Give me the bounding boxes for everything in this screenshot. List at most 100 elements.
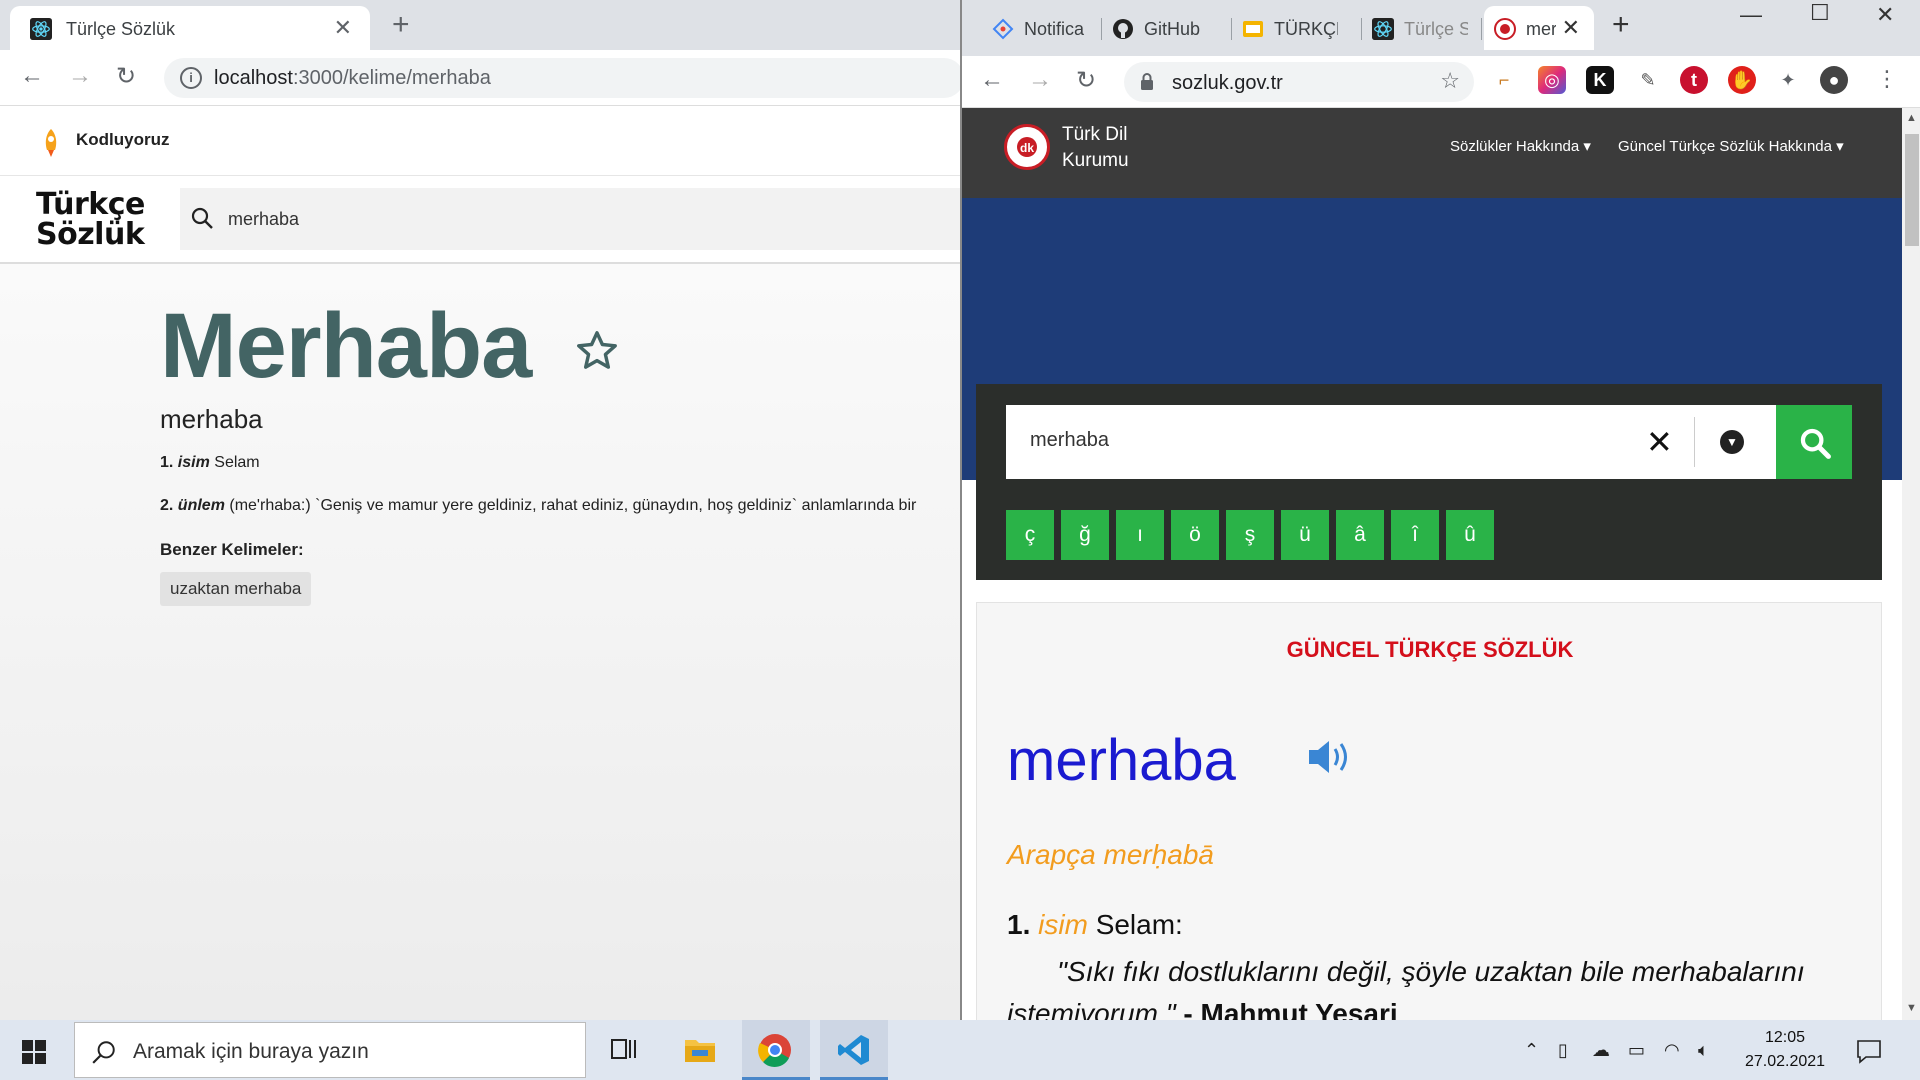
address-bar[interactable]: sozluk.gov.tr ☆ — [1124, 62, 1474, 102]
tab-label: Notifica — [1024, 19, 1085, 39]
close-window-icon[interactable]: ✕ — [1876, 2, 1894, 28]
word-origin: Arapça merḥabā — [1007, 839, 1215, 870]
right-tab-strip: Notifica GitHub TÜRKÇE Türlçe S mer ✕ + … — [962, 0, 1920, 56]
extensions-puzzle-icon[interactable]: ✦ — [1774, 66, 1802, 94]
extension-instagram-icon[interactable]: ◎ — [1538, 66, 1566, 94]
extension-wood-icon[interactable]: ⌐ — [1490, 66, 1518, 94]
tray-chevron-up-icon[interactable]: ⌃ — [1524, 1040, 1539, 1061]
profile-avatar[interactable]: ● — [1820, 66, 1848, 94]
favorite-star-icon[interactable] — [574, 328, 620, 374]
app-logo[interactable]: Türkçe Sözlük — [36, 190, 146, 250]
tab-github[interactable]: GitHub — [1102, 6, 1232, 50]
task-view-icon — [611, 1039, 636, 1059]
tdk-logo-text[interactable]: Türk Dil Kurumu — [1062, 122, 1129, 174]
menu-dots-icon[interactable]: ⋮ — [1876, 66, 1898, 92]
tdk-search-box[interactable]: merhaba ✕ ▼ — [1006, 405, 1776, 479]
tab-close-icon[interactable]: ✕ — [1562, 15, 1580, 41]
scroll-up-icon[interactable]: ▲ — [1906, 112, 1917, 124]
tdk-search-button[interactable] — [1776, 405, 1852, 479]
wifi-icon[interactable]: ◠ — [1664, 1040, 1680, 1061]
char-button[interactable]: â — [1336, 510, 1384, 560]
char-button[interactable]: ç — [1006, 510, 1054, 560]
char-button[interactable]: ü — [1281, 510, 1329, 560]
meaning-1: 1. isim Selam: — [1007, 909, 1183, 941]
svg-text:dk: dk — [1020, 141, 1034, 155]
word-title: Merhaba — [160, 295, 532, 397]
meaning-class: isim — [1038, 909, 1088, 940]
char-button[interactable]: ö — [1171, 510, 1219, 560]
file-explorer-button[interactable] — [668, 1020, 732, 1080]
info-icon[interactable]: i — [180, 67, 202, 89]
char-button[interactable]: û — [1446, 510, 1494, 560]
logo-line-1: Türk Dil — [1062, 124, 1128, 145]
system-clock[interactable]: 12:05 27.02.2021 — [1740, 1026, 1830, 1074]
speaker-icon[interactable] — [1305, 737, 1355, 777]
char-button[interactable]: ı — [1116, 510, 1164, 560]
minimize-icon[interactable]: — — [1740, 2, 1762, 28]
tab-title: Türlçe Sözlük — [66, 19, 176, 39]
task-view-button[interactable] — [592, 1020, 656, 1080]
tdk-search-input[interactable]: merhaba — [1030, 429, 1109, 452]
extension-adblock-icon[interactable]: ✋ — [1728, 66, 1756, 94]
vscode-taskbar-button[interactable] — [820, 1020, 888, 1080]
app-search-input[interactable] — [228, 202, 928, 236]
extension-k-icon[interactable]: K — [1586, 66, 1614, 94]
char-button[interactable]: ş — [1226, 510, 1274, 560]
search-icon — [191, 207, 213, 229]
page-scrollbar[interactable]: ▲ ▼ — [1902, 108, 1920, 1020]
app-search-box — [180, 188, 960, 250]
forward-icon[interactable]: → — [1028, 66, 1052, 94]
reload-icon[interactable]: ↻ — [116, 62, 136, 91]
address-url: sozluk.gov.tr — [1172, 72, 1283, 94]
slides-icon — [1243, 21, 1263, 37]
tab-tdk-active[interactable]: mer ✕ — [1484, 6, 1594, 50]
tab-notifications[interactable]: Notifica — [982, 6, 1102, 50]
left-browser-window: Türlçe Sözlük ✕ + ← → ↻ i localhost:3000… — [0, 0, 960, 1020]
address-bar[interactable]: i localhost:3000/kelime/merhaba — [164, 58, 960, 98]
logo-line-2: Kurumu — [1062, 150, 1129, 171]
taskbar-search-box[interactable]: Aramak için buraya yazın — [74, 1022, 586, 1078]
clear-icon[interactable]: ✕ — [1646, 423, 1673, 461]
tab-close-icon[interactable]: ✕ — [334, 15, 352, 41]
tab-slides[interactable]: TÜRKÇE — [1232, 6, 1362, 50]
react-favicon-icon — [1372, 18, 1394, 40]
extension-t-icon[interactable]: t — [1680, 66, 1708, 94]
left-tab-strip: Türlçe Sözlük ✕ + — [0, 0, 960, 50]
notifications-icon[interactable] — [1856, 1038, 1882, 1064]
menu-dictionaries-about[interactable]: Sözlükler Hakkında ▾ — [1450, 137, 1591, 155]
extension-eyedropper-icon[interactable]: ✎ — [1634, 66, 1662, 94]
battery-icon[interactable]: ▭ — [1628, 1040, 1645, 1061]
back-icon[interactable]: ← — [980, 66, 1004, 94]
onedrive-icon[interactable]: ☁ — [1592, 1040, 1610, 1061]
tdk-logo-icon[interactable]: dk — [1004, 124, 1050, 170]
folder-icon — [685, 1040, 715, 1062]
forward-icon[interactable]: → — [68, 62, 92, 90]
new-tab-icon[interactable]: + — [1612, 8, 1630, 42]
windows-start-icon[interactable] — [22, 1040, 46, 1064]
tab-react-app[interactable]: Türlçe S — [1362, 6, 1482, 50]
similar-word-chip[interactable]: uzaktan merhaba — [160, 572, 312, 606]
tray-device-icon[interactable]: ▯ — [1558, 1040, 1568, 1061]
brand-name[interactable]: Kodluyoruz — [76, 130, 170, 150]
left-tab-active[interactable]: Türlçe Sözlük ✕ — [10, 6, 370, 50]
dictionary-heading: GÜNCEL TÜRKÇE SÖZLÜK — [1286, 637, 1574, 662]
tdk-search-panel: merhaba ✕ ▼ ç ğ ı ö ş ü â î û — [976, 384, 1882, 580]
back-icon[interactable]: ← — [20, 62, 44, 90]
char-button[interactable]: ğ — [1061, 510, 1109, 560]
bookmark-star-icon[interactable]: ☆ — [1440, 68, 1460, 94]
reload-icon[interactable]: ↻ — [1076, 66, 1096, 95]
tdk-navbar: dk Türk Dil Kurumu Sözlükler Hakkında ▾ … — [962, 108, 1902, 198]
chrome-icon — [758, 1034, 791, 1067]
scrollbar-thumb[interactable] — [1905, 134, 1919, 246]
scroll-down-icon[interactable]: ▼ — [1906, 1002, 1917, 1014]
chrome-taskbar-button[interactable] — [742, 1020, 810, 1080]
char-button[interactable]: î — [1391, 510, 1439, 560]
chevron-down-icon[interactable]: ▼ — [1720, 430, 1744, 454]
maximize-icon[interactable]: ☐ — [1810, 0, 1830, 26]
quote-text: "Sıkı fıkı dostluklarını değil, şöyle uz… — [1007, 956, 1805, 1020]
right-toolbar: ← → ↻ sozluk.gov.tr ☆ ⌐ ◎ K ✎ t ✋ ✦ ● ⋮ — [962, 56, 1920, 108]
react-favicon-icon — [30, 18, 52, 40]
new-tab-icon[interactable]: + — [392, 8, 410, 42]
menu-gts-about[interactable]: Güncel Türkçe Sözlük Hakkında ▾ — [1618, 137, 1844, 155]
volume-icon[interactable]: 🔈︎ — [1698, 1040, 1709, 1061]
